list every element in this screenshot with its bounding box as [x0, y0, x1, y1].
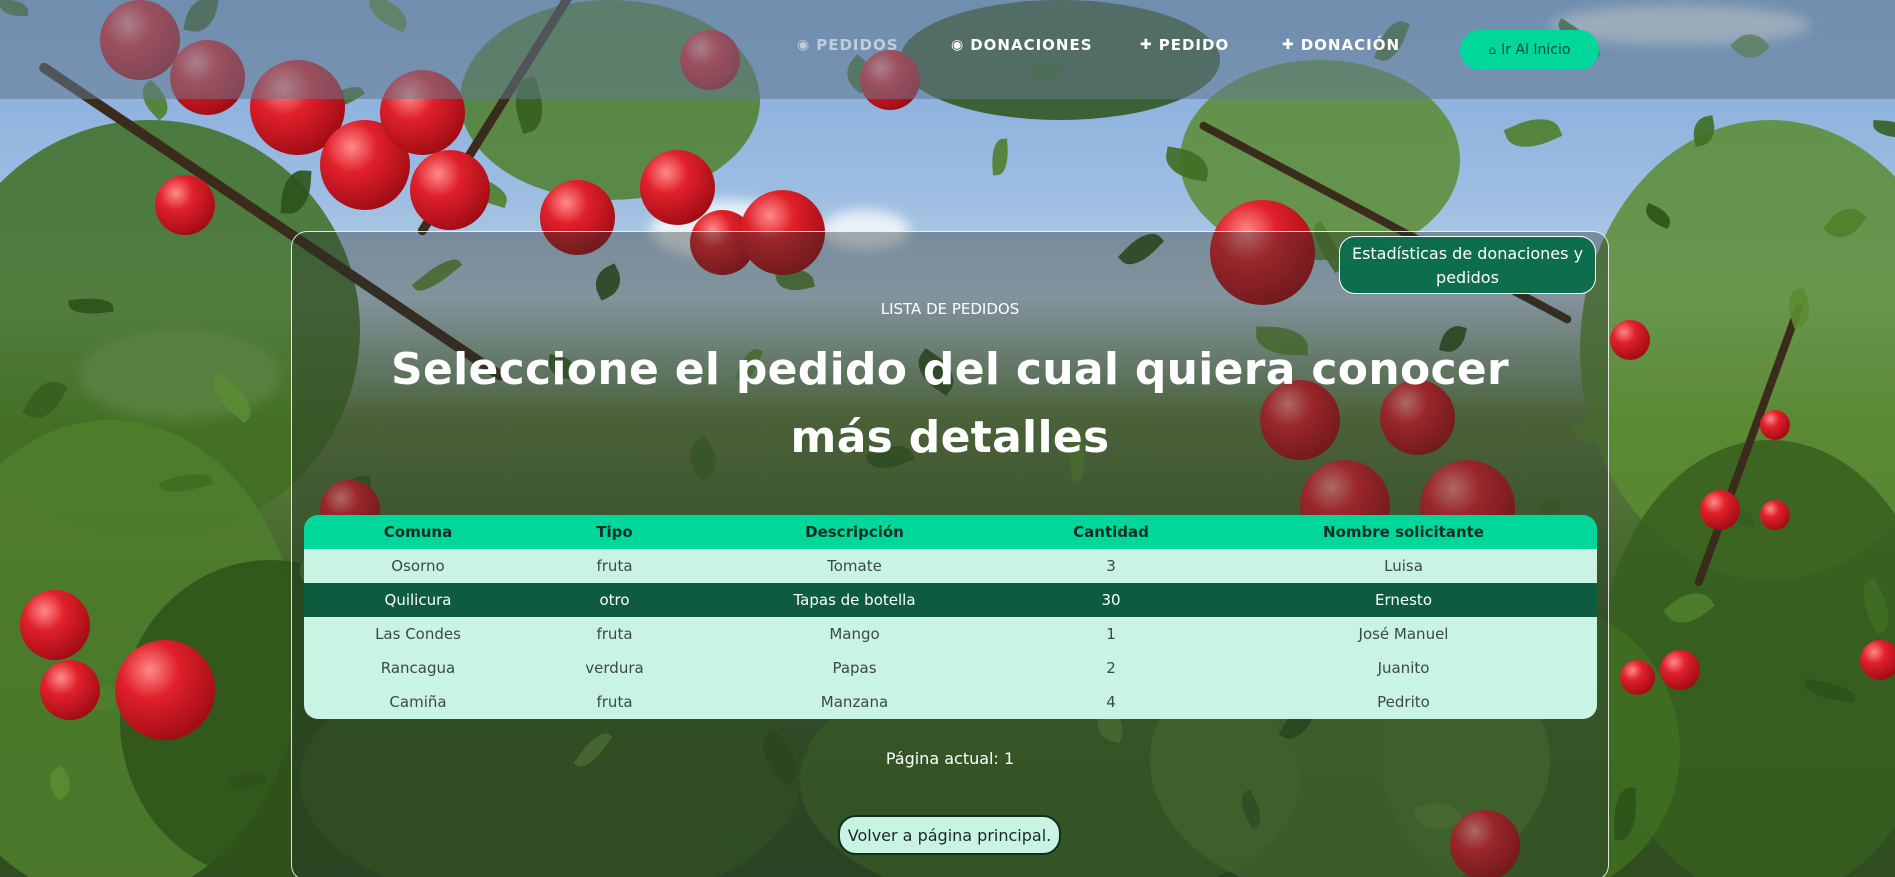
nav-item-label: Donación: [1300, 36, 1400, 54]
navbar: ◉ Pedidos ◉ Donaciones ✚ Pedido ✚ Donaci…: [0, 0, 1895, 99]
eye-icon: ◉: [797, 37, 811, 53]
cell-cantidad: 3: [1106, 557, 1116, 575]
nav-item-pedidos[interactable]: ◉ Pedidos: [797, 36, 899, 54]
cell-tipo: fruta: [596, 625, 633, 643]
cell-comuna: Osorno: [391, 557, 445, 575]
cell-solicitante: Luisa: [1384, 557, 1423, 575]
cell-comuna: Quilicura: [384, 591, 452, 609]
apple: [1610, 320, 1650, 360]
apple: [1760, 410, 1790, 440]
stats-button[interactable]: Estadísticas de donaciones y pedidos: [1339, 236, 1596, 294]
cell-cantidad: 1: [1106, 625, 1116, 643]
column-header: Descripción: [805, 523, 904, 541]
apple: [20, 590, 90, 660]
cell-tipo: verdura: [585, 659, 644, 677]
nav-item-nueva-donacion[interactable]: ✚ Donación: [1282, 36, 1400, 54]
cell-solicitante: José Manuel: [1358, 625, 1449, 643]
current-page-indicator: Página actual: 1: [885, 749, 1015, 768]
leaf: [1503, 109, 1563, 157]
cell-cantidad: 30: [1101, 591, 1121, 609]
apple: [640, 150, 715, 225]
cell-tipo: fruta: [596, 557, 633, 575]
cell-cantidad: 4: [1106, 693, 1116, 711]
apple: [1760, 500, 1790, 530]
cell-descripcion: Tomate: [827, 557, 882, 575]
table-row[interactable]: Rancagua verdura Papas 2 Juanito: [304, 651, 1597, 685]
eye-icon: ◉: [951, 37, 965, 53]
nav-item-label: Donaciones: [970, 36, 1093, 54]
column-header: Comuna: [383, 523, 453, 541]
cell-descripcion: Tapas de botella: [793, 591, 916, 609]
apple: [1700, 490, 1740, 530]
cell-comuna: Rancagua: [380, 659, 456, 677]
leaf: [991, 138, 1009, 176]
home-icon: ⌂: [1488, 43, 1497, 57]
apple: [155, 175, 215, 235]
apple: [40, 660, 100, 720]
cell-comuna: Camiña: [389, 693, 447, 711]
apple: [1860, 640, 1895, 680]
column-header: Cantidad: [1073, 523, 1149, 541]
apple: [1620, 660, 1655, 695]
cell-descripcion: Mango: [829, 625, 880, 643]
column-header: Nombre solicitante: [1323, 523, 1484, 541]
cell-comuna: Las Condes: [375, 625, 461, 643]
table-row[interactable]: Camiña fruta Manzana 4 Pedrito: [304, 685, 1597, 719]
nav-item-donaciones[interactable]: ◉ Donaciones: [951, 36, 1093, 54]
cell-tipo: fruta: [596, 693, 633, 711]
cell-solicitante: Juanito: [1377, 659, 1430, 677]
cell-solicitante: Pedrito: [1377, 693, 1430, 711]
home-button-label: Ir Al Inicio: [1501, 42, 1571, 58]
nav-item-nuevo-pedido[interactable]: ✚ Pedido: [1140, 36, 1229, 54]
cell-tipo: otro: [599, 591, 630, 609]
table-header-row: Comuna Tipo Descripción Cantidad Nombre …: [304, 515, 1597, 549]
column-header: Tipo: [596, 523, 633, 541]
plus-icon: ✚: [1140, 37, 1153, 53]
cell-solicitante: Ernesto: [1375, 591, 1432, 609]
orders-table: Comuna Tipo Descripción Cantidad Nombre …: [304, 515, 1597, 719]
table-row-selected[interactable]: Quilicura otro Tapas de botella 30 Ernes…: [304, 583, 1597, 617]
cell-descripcion: Manzana: [820, 693, 889, 711]
plus-icon: ✚: [1282, 37, 1295, 53]
section-eyebrow: LISTA DE PEDIDOS: [880, 300, 1020, 318]
leaf: [1872, 120, 1895, 138]
page-title: Seleccione el pedido del cual quiera con…: [391, 344, 1509, 463]
nav-item-label: Pedidos: [816, 36, 899, 54]
apple: [115, 640, 215, 740]
table-row[interactable]: Osorno fruta Tomate 3 Luisa: [304, 549, 1597, 583]
apple: [1660, 650, 1700, 690]
back-to-home-button[interactable]: Volver a página principal.: [838, 815, 1061, 855]
cell-descripcion: Papas: [832, 659, 877, 677]
nav-item-label: Pedido: [1158, 36, 1230, 54]
home-button[interactable]: ⌂ Ir Al Inicio: [1460, 30, 1599, 70]
apple: [410, 150, 490, 230]
table-row[interactable]: Las Condes fruta Mango 1 José Manuel: [304, 617, 1597, 651]
cell-cantidad: 2: [1106, 659, 1116, 677]
